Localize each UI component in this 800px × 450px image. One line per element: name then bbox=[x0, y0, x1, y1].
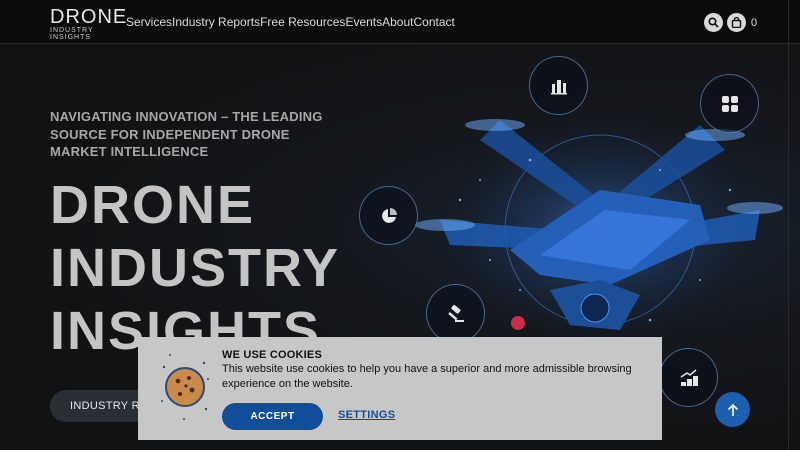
feature-dashboard-circle bbox=[700, 74, 759, 133]
logo-subtitle: INDUSTRY INSIGHTS bbox=[50, 27, 94, 41]
feature-reports-circle bbox=[529, 56, 588, 115]
nav-free-resources[interactable]: Free Resources bbox=[260, 15, 345, 29]
site-logo[interactable]: DRONE INDUSTRY INSIGHTS bbox=[50, 6, 130, 41]
cookie-banner: WE USE COOKIES This website use cookies … bbox=[138, 337, 662, 440]
hero-tagline: NAVIGATING INNOVATION – THE LEADING SOUR… bbox=[50, 109, 323, 159]
scroll-to-top-button[interactable] bbox=[715, 392, 750, 427]
cookie-icon bbox=[161, 354, 209, 420]
cookie-settings-link[interactable]: SETTINGS bbox=[338, 409, 395, 421]
headline-line: DRONE bbox=[50, 175, 256, 235]
cart-count: 0 bbox=[751, 16, 758, 29]
building-chart-icon bbox=[550, 79, 567, 94]
nav-industry-reports[interactable]: Industry Reports bbox=[172, 15, 260, 29]
cookie-title: WE USE COOKIES bbox=[222, 349, 322, 361]
header-actions: 0 bbox=[704, 13, 757, 32]
search-button[interactable] bbox=[704, 13, 723, 32]
gavel-icon bbox=[447, 304, 464, 322]
dashboard-grid-icon bbox=[721, 95, 738, 112]
growth-coins-icon bbox=[680, 368, 698, 386]
feature-regulation-circle bbox=[426, 284, 485, 343]
logo-wordmark: DRONE bbox=[50, 6, 128, 28]
pie-chart-icon bbox=[381, 207, 397, 223]
headline-line: INDUSTRY bbox=[50, 238, 341, 298]
main-nav: Services Industry Reports Free Resources… bbox=[126, 15, 455, 29]
nav-services[interactable]: Services bbox=[126, 15, 172, 29]
accept-cookies-button[interactable]: ACCEPT bbox=[222, 403, 323, 430]
nav-about[interactable]: About bbox=[382, 15, 413, 29]
search-icon bbox=[708, 17, 719, 28]
nav-contact[interactable]: Contact bbox=[413, 15, 454, 29]
site-header: DRONE INDUSTRY INSIGHTS Services Industr… bbox=[0, 0, 800, 44]
cookie-description: This website use cookies to help you hav… bbox=[222, 363, 632, 390]
cart-button[interactable] bbox=[727, 13, 746, 32]
shopping-bag-icon bbox=[731, 17, 742, 28]
page-edge-divider bbox=[788, 0, 789, 450]
hero-headline: DRONE INDUSTRY INSIGHTS bbox=[50, 174, 380, 363]
nav-events[interactable]: Events bbox=[345, 15, 382, 29]
feature-growth-circle bbox=[659, 348, 718, 407]
arrow-up-icon bbox=[727, 403, 738, 416]
